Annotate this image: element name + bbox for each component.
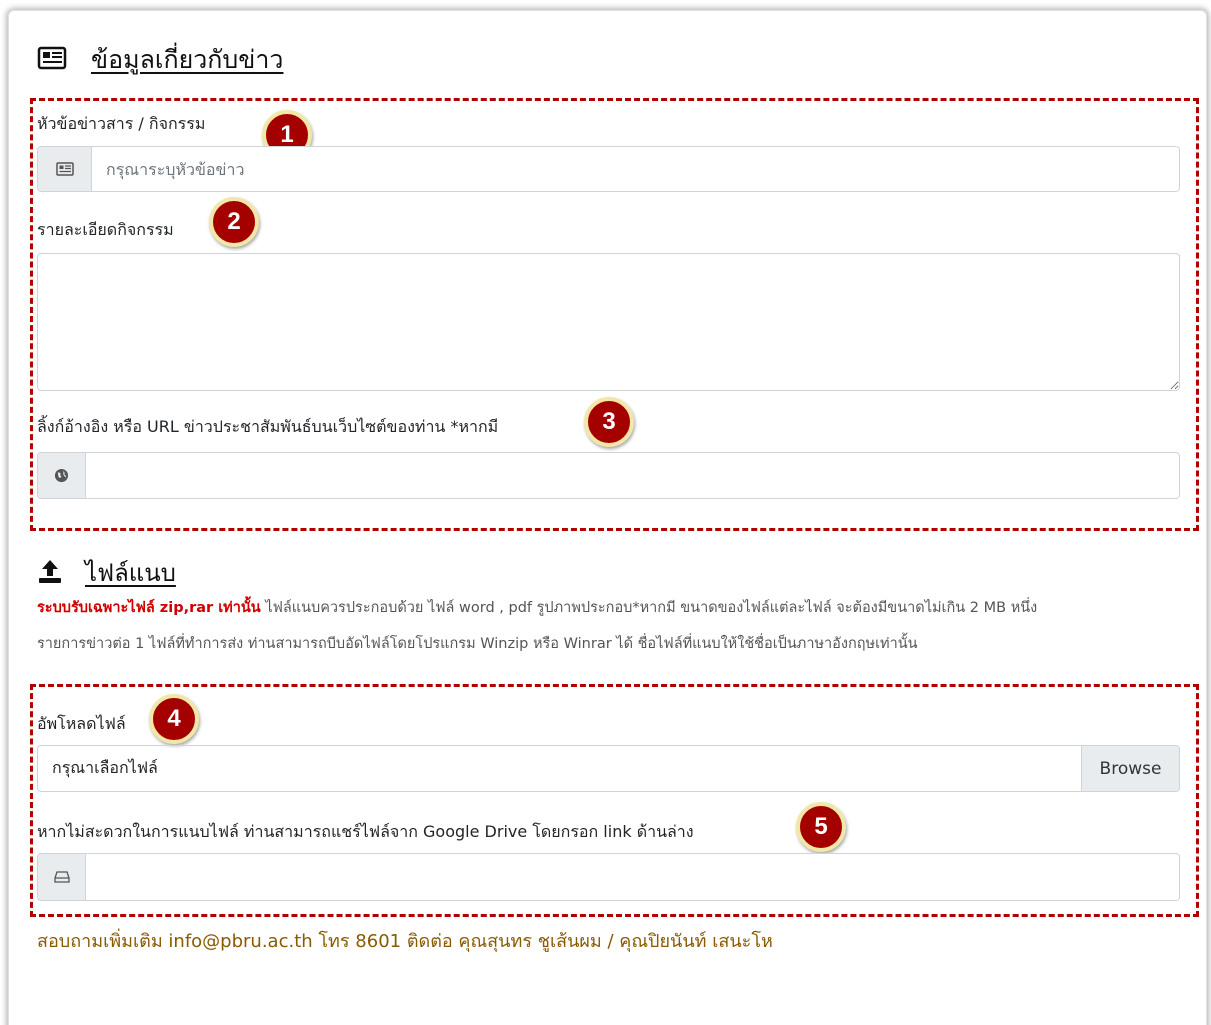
upload-label: อัพโหลดไฟล์ [37, 714, 126, 733]
hard-drive-icon [38, 854, 86, 900]
news-section-header: ข้อมูลเกี่ยวกับข่าว [37, 40, 283, 80]
contact-info: สอบถามเพิ่มเติม info@pbru.ac.th โทร 8601… [37, 931, 773, 952]
news-section-title: ข้อมูลเกี่ยวกับข่าว [91, 45, 284, 74]
file-upload-control[interactable]: กรุณาเลือกไฟล์ Browse [37, 745, 1180, 792]
callout-badge-5: 5 [796, 802, 846, 852]
globe-icon [38, 453, 86, 498]
newspaper-icon [38, 147, 92, 191]
callout-badge-3: 3 [584, 397, 634, 447]
callout-badge-2: 2 [209, 197, 259, 247]
newspaper-icon [37, 46, 67, 74]
attachment-section-title: ไฟล์แนบ [85, 559, 176, 587]
google-drive-label: หากไม่สะดวกในการแนบไฟล์ ท่านสามารถแชร์ไฟ… [37, 822, 694, 841]
callout-badge-4: 4 [149, 694, 199, 744]
google-drive-link-input[interactable] [86, 854, 1179, 900]
attachment-note-line-2: รายการข่าวต่อ 1 ไฟล์ที่ทำการส่ง ท่านสามา… [37, 636, 918, 652]
google-drive-input-group [37, 853, 1180, 901]
attachment-warning: ระบบรับเฉพาะไฟล์ zip,rar เท่านั้น [37, 600, 261, 616]
browse-button[interactable]: Browse [1081, 746, 1179, 791]
attachment-section-header: ไฟล์แนบ [37, 553, 176, 592]
headline-input[interactable] [92, 147, 1179, 191]
reference-link-input[interactable] [86, 453, 1179, 498]
headline-label: หัวข้อข่าวสาร / กิจกรรม [37, 114, 206, 133]
reference-link-input-group [37, 452, 1180, 499]
file-upload-placeholder[interactable]: กรุณาเลือกไฟล์ [38, 746, 1081, 791]
attachment-note-line-1: ระบบรับเฉพาะไฟล์ zip,rar เท่านั้น ไฟล์แน… [37, 596, 1037, 619]
attachment-note-text-1: ไฟล์แนบควรประกอบด้วย ไฟล์ word , pdf รูป… [265, 600, 1038, 616]
details-textarea[interactable] [37, 253, 1180, 391]
headline-input-group [37, 146, 1180, 192]
upload-icon [37, 558, 63, 588]
reference-link-label: ลิ้งก์อ้างอิง หรือ URL ข่าวประชาสัมพันธ์… [37, 417, 499, 436]
details-label: รายละเอียดกิจกรรม [37, 220, 174, 239]
